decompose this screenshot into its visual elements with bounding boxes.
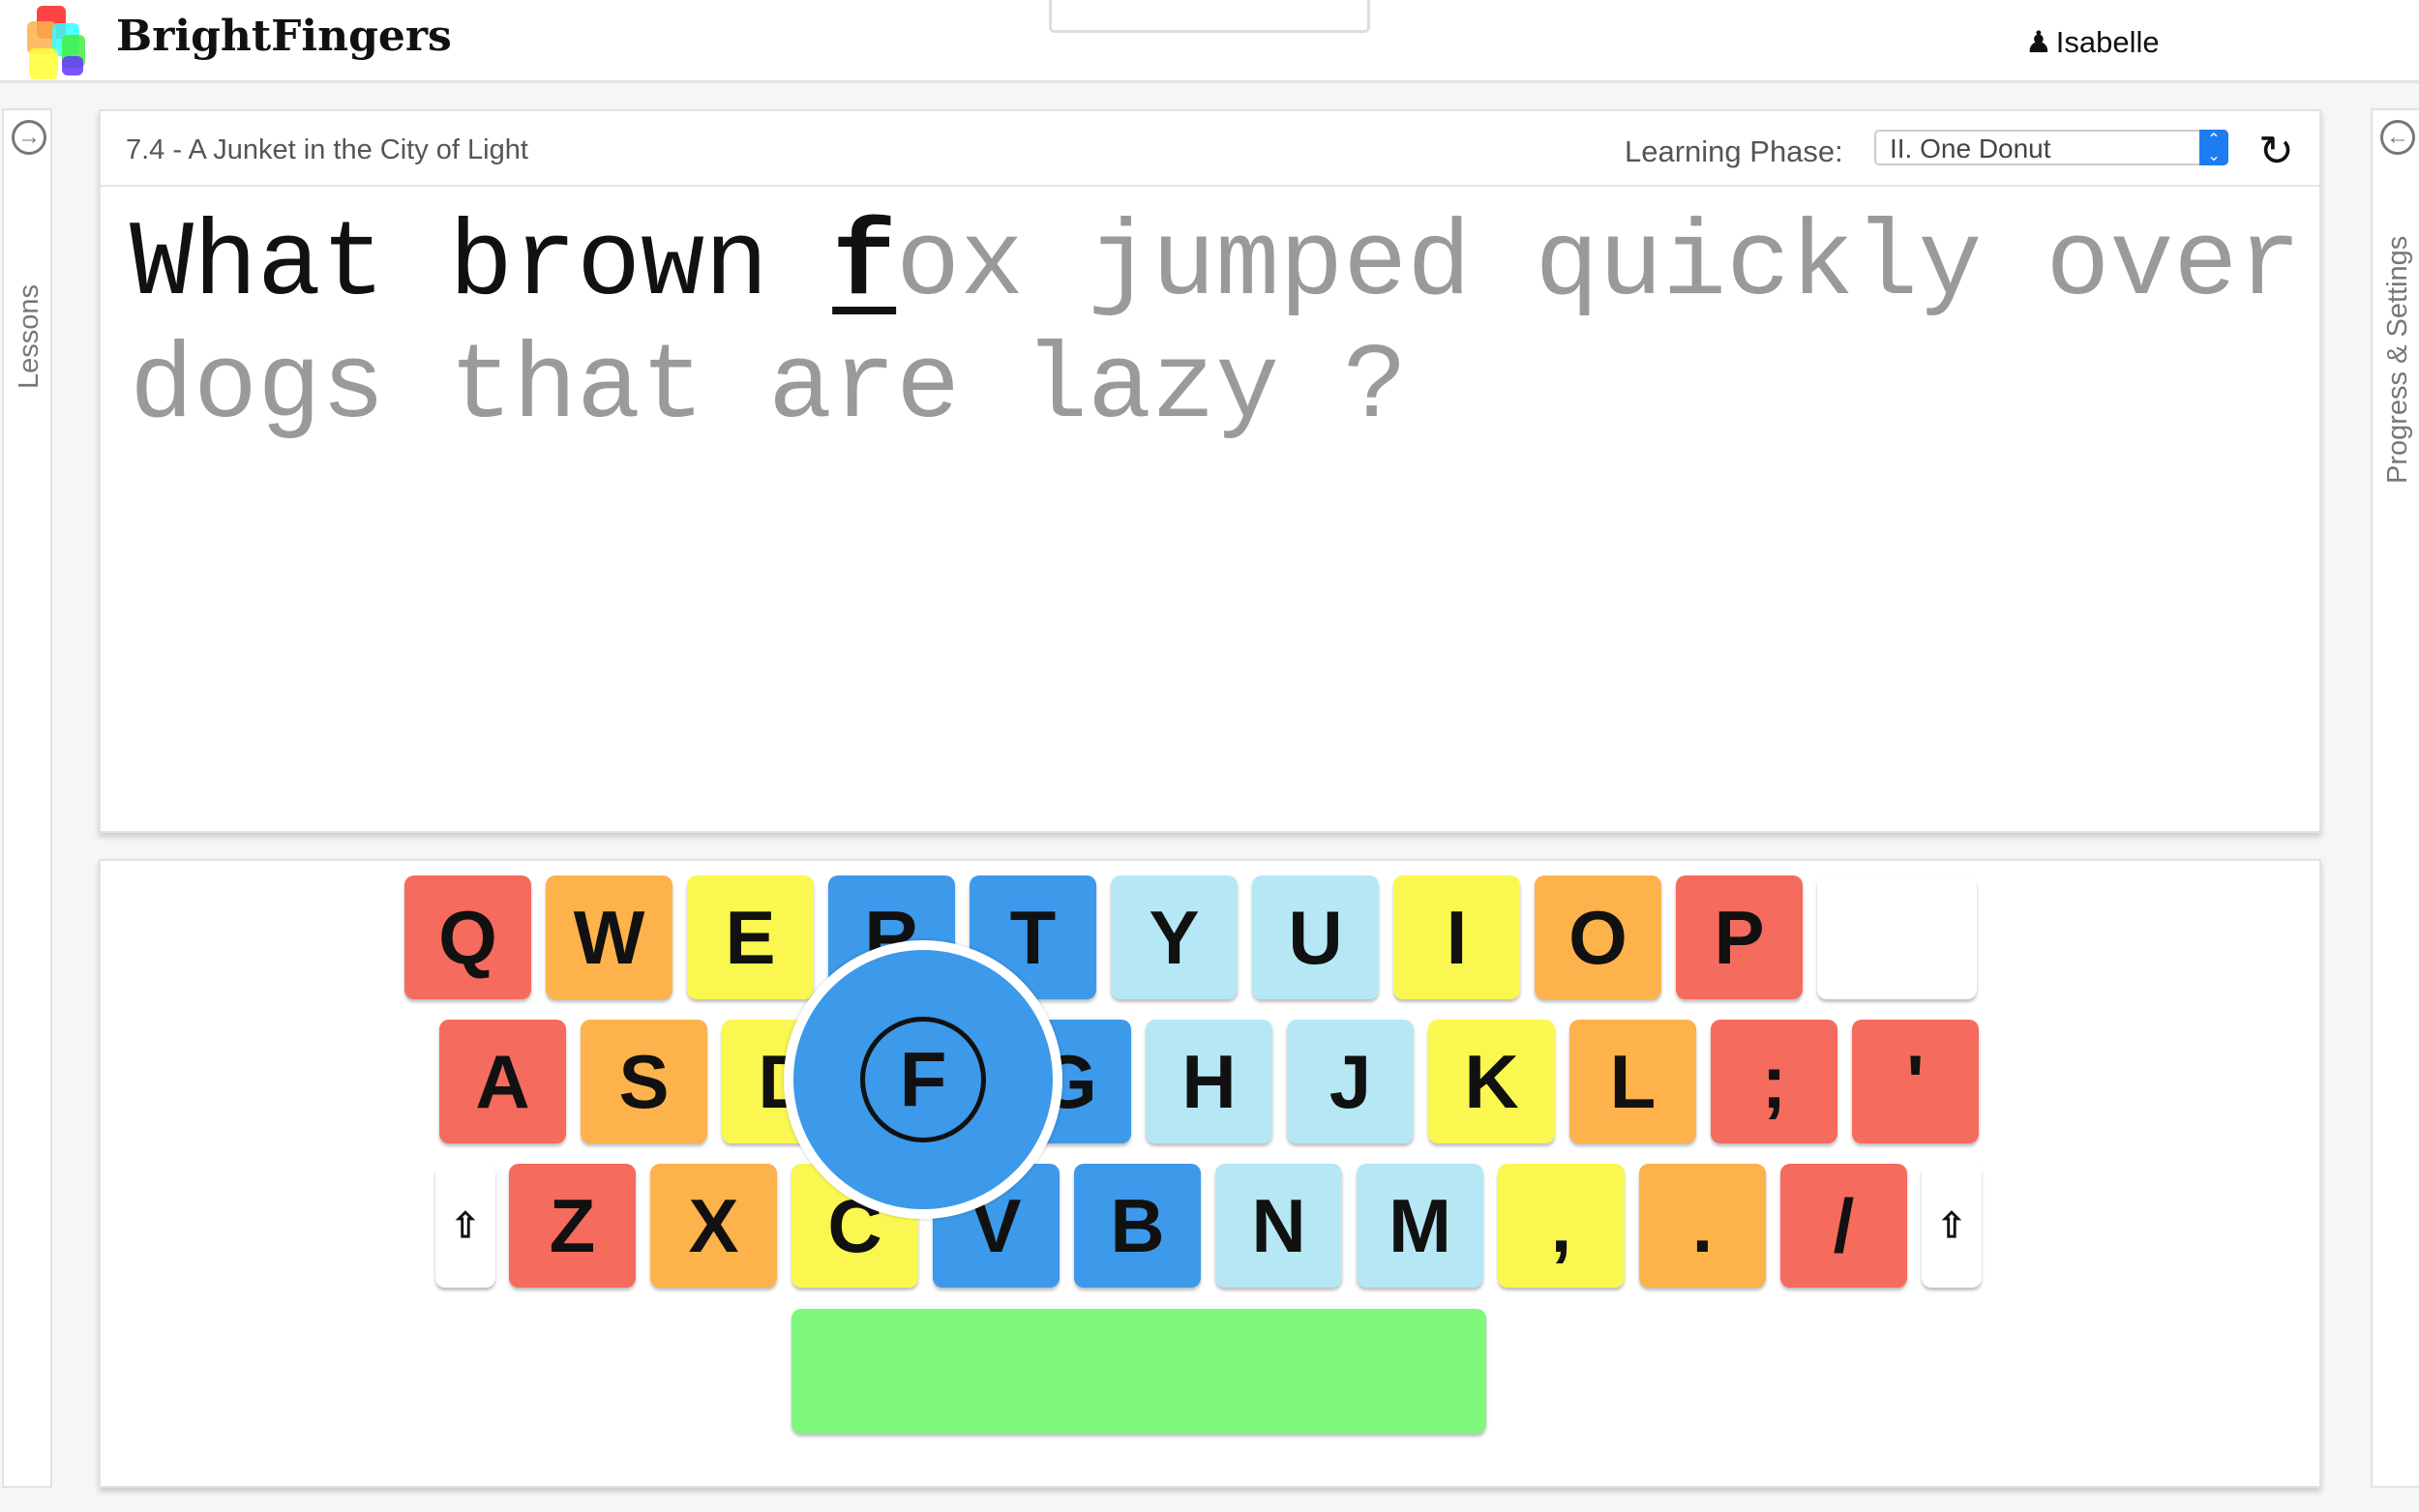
highlighted-key-f: F (784, 940, 1062, 1219)
key-E[interactable]: E (687, 875, 814, 999)
progress-settings-label: Progress & Settings (2382, 235, 2413, 484)
chevron-updown-icon: ⌃ ⌄ (2199, 130, 2228, 165)
key-A[interactable]: A (439, 1020, 566, 1143)
key-U[interactable]: U (1252, 875, 1379, 999)
current-char: f (832, 205, 897, 326)
key-Z[interactable]: Z (509, 1164, 636, 1288)
key-J[interactable]: J (1287, 1020, 1414, 1143)
user-name: Isabelle (2055, 25, 2160, 59)
typed-text: What brown (130, 205, 833, 326)
key-Q[interactable]: Q (404, 875, 531, 999)
refresh-icon[interactable]: ↻ (2258, 127, 2294, 176)
key-I[interactable]: I (1393, 875, 1520, 999)
key-,[interactable]: , (1498, 1164, 1625, 1288)
brightfingers-logo (23, 6, 91, 79)
key-M[interactable]: M (1357, 1164, 1483, 1288)
shift-key[interactable]: ⇧ (435, 1164, 495, 1288)
key-H[interactable]: H (1146, 1020, 1272, 1143)
top-tab[interactable] (1049, 0, 1370, 33)
key-X[interactable]: X (650, 1164, 777, 1288)
key-B[interactable]: B (1074, 1164, 1201, 1288)
key-O[interactable]: O (1535, 875, 1661, 999)
person-icon: ♟ (2025, 25, 2052, 59)
lesson-header: 7.4 - A Junket in the City of Light Lear… (101, 111, 2319, 187)
space-key[interactable] (791, 1309, 1486, 1434)
key-/[interactable]: / (1780, 1164, 1907, 1288)
key-;[interactable]: ; (1711, 1020, 1837, 1143)
key-.[interactable]: . (1639, 1164, 1766, 1288)
lesson-panel: 7.4 - A Junket in the City of Light Lear… (99, 109, 2321, 833)
progress-settings-sidebar-toggle[interactable]: ← Progress & Settings (2371, 108, 2419, 1488)
learning-phase-label: Learning Phase: (1625, 134, 1843, 168)
shift-key[interactable]: ⇧ (1922, 1164, 1982, 1288)
key-Y[interactable]: Y (1111, 875, 1238, 999)
key-L[interactable]: L (1569, 1020, 1696, 1143)
learning-phase-value: II. One Donut (1890, 133, 2051, 163)
highlighted-key-label: F (860, 1017, 986, 1142)
key-N[interactable]: N (1215, 1164, 1342, 1288)
blank-key[interactable] (1817, 875, 1977, 999)
key-P[interactable]: P (1676, 875, 1803, 999)
key-K[interactable]: K (1428, 1020, 1555, 1143)
typing-text: What brown fox jumped quickly over dogs … (130, 204, 2307, 450)
lessons-label: Lessons (14, 283, 45, 389)
brand-name: BrightFingers (116, 12, 452, 61)
arrow-left-circle-icon: ← (2380, 120, 2415, 155)
lesson-title: 7.4 - A Junket in the City of Light (126, 134, 528, 165)
key-S[interactable]: S (581, 1020, 707, 1143)
arrow-right-circle-icon: → (12, 120, 46, 155)
user-menu[interactable]: ♟ Isabelle (2025, 25, 2160, 60)
key-W[interactable]: W (546, 875, 672, 999)
learning-phase-select[interactable]: II. One Donut ⌃ ⌄ (1874, 130, 2228, 165)
app-header: BrightFingers ♟ Isabelle (0, 0, 2419, 83)
key-'[interactable]: ' (1852, 1020, 1979, 1143)
lessons-sidebar-toggle[interactable]: → Lessons (2, 108, 52, 1488)
